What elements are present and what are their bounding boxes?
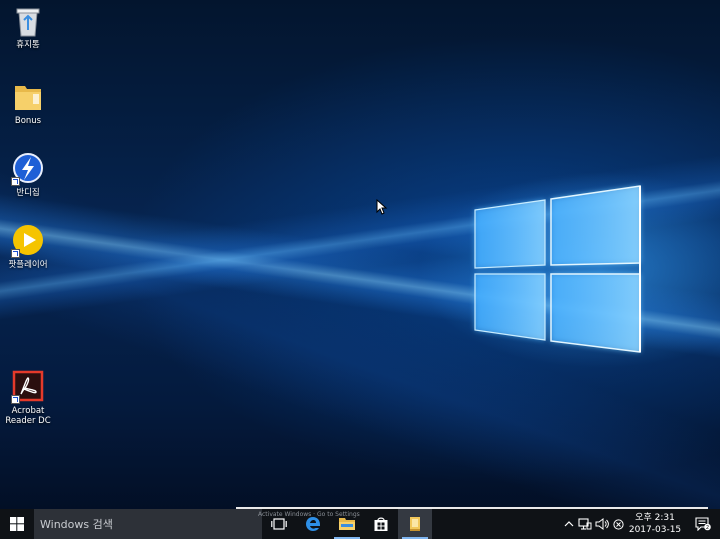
desktop-icon-acrobat-reader[interactable]: Acrobat Reader DC: [0, 370, 56, 426]
windows-start-icon: [10, 517, 24, 531]
chevron-up-icon: [564, 521, 574, 527]
recycle-bin-icon: [11, 4, 45, 38]
start-button[interactable]: [0, 509, 34, 539]
clock-date: 2017-03-15: [628, 525, 682, 535]
clock-time: 오후 2:31: [635, 513, 675, 523]
notification-count: 2: [706, 525, 709, 531]
edge-icon: [306, 517, 321, 531]
acrobat-reader-icon: [11, 370, 45, 404]
shortcut-arrow-icon: [11, 395, 20, 404]
windows-logo-wallpaper: [474, 185, 641, 353]
desktop-icon-bandizip[interactable]: 반디집: [0, 152, 56, 198]
file-explorer-icon: [339, 518, 355, 530]
close-circle-icon: [612, 518, 624, 530]
volume-tray-button[interactable]: [594, 509, 610, 539]
file-explorer-button[interactable]: [330, 509, 364, 539]
notification-icon: 2: [695, 517, 711, 531]
desktop-icon-label: Acrobat Reader DC: [5, 406, 51, 426]
network-icon: [578, 518, 592, 530]
potplayer-icon: [11, 224, 45, 258]
taskbar: Windows 검색 Activate Windows · Go to Sett…: [0, 509, 720, 539]
show-hidden-icons-button[interactable]: [562, 509, 576, 539]
task-view-icon: [271, 518, 287, 530]
search-placeholder: Windows 검색: [40, 518, 113, 531]
shortcut-arrow-icon: [11, 177, 20, 186]
action-center-button[interactable]: 2: [686, 509, 720, 539]
mouse-cursor-icon: [376, 199, 388, 215]
search-input[interactable]: Windows 검색: [34, 509, 262, 539]
desktop-icon-recycle-bin[interactable]: 휴지통: [0, 4, 56, 50]
bandizip-icon: [11, 152, 45, 186]
desktop-icon-potplayer[interactable]: 팟플레이어: [0, 224, 56, 270]
task-view-button[interactable]: [262, 509, 296, 539]
edge-button[interactable]: [296, 509, 330, 539]
folder-icon: [11, 80, 45, 114]
clock-button[interactable]: 오후 2:31 2017-03-15: [624, 509, 686, 539]
desktop-icon-label: Bonus: [14, 116, 42, 126]
pinned-folder-button[interactable]: [398, 509, 432, 539]
desktop-icon-label: 휴지통: [16, 40, 40, 50]
desktop-icon-label: 팟플레이어: [8, 260, 48, 270]
ime-tray-button[interactable]: [611, 509, 625, 539]
desktop[interactable]: 휴지통 Bonus 반디집 팟플레이어 Acrobat Reader DC Wi…: [0, 0, 720, 539]
desktop-icon-label: 반디집: [16, 188, 40, 198]
store-button[interactable]: [364, 509, 398, 539]
speaker-icon: [595, 518, 609, 530]
network-tray-button[interactable]: [577, 509, 593, 539]
desktop-icon-bonus[interactable]: Bonus: [0, 80, 56, 126]
folder-app-icon: [410, 517, 420, 531]
shortcut-arrow-icon: [11, 249, 20, 258]
store-icon: [374, 517, 388, 531]
